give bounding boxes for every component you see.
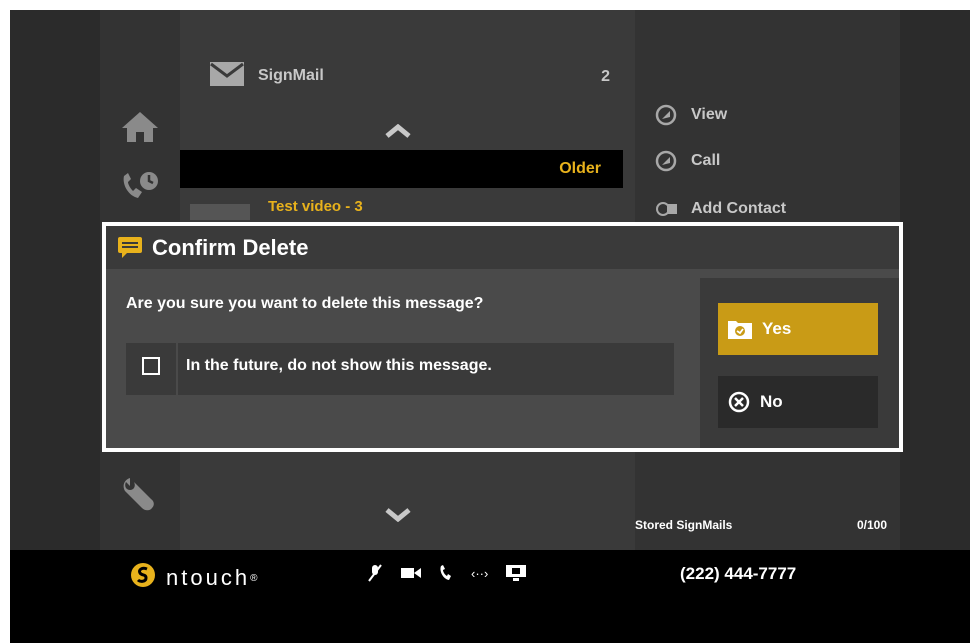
older-bar[interactable]: Older [180,150,623,188]
call-history-icon[interactable] [100,170,180,202]
arrow-circle-icon [655,104,677,126]
view-label: View [691,106,728,123]
arrow-circle-icon [655,150,677,172]
dont-show-option[interactable]: In the future, do not show this message. [126,343,674,395]
checkbox-cell[interactable] [126,343,178,395]
signmail-count: 2 [601,68,610,85]
chevron-up-icon[interactable] [385,123,411,143]
dialog-body: Are you sure you want to delete this mes… [106,278,700,448]
message-icon [118,236,142,259]
dialog-header: Confirm Delete [106,226,899,269]
wrench-icon[interactable] [100,474,180,514]
status-bar: ntouch ® ‹··› (222) 444-7777 [10,550,970,643]
add-contact-label: Add Contact [691,200,787,217]
dialog-buttons: Yes No [700,278,899,448]
stored-signmails: Stored SignMails 0/100 [635,518,887,532]
signmail-header-label: SignMail [258,67,324,84]
call-label: Call [691,152,721,169]
mic-muted-icon [367,564,383,582]
phone-number: (222) 444-7777 [680,564,797,583]
dialog-title: Confirm Delete [152,234,309,260]
brand-name: ntouch [166,565,251,590]
stored-label: Stored SignMails [635,518,733,532]
dont-show-checkbox[interactable] [142,357,160,375]
confirm-delete-dialog: Confirm Delete Are you sure you want to … [102,222,903,452]
ntouch-logo-icon [130,562,156,594]
yes-label: Yes [762,319,792,338]
folder-check-icon [728,319,752,339]
chevron-down-icon[interactable] [385,508,411,527]
dialog-question: Are you sure you want to delete this mes… [126,295,484,312]
stored-count: 0/100 [856,518,887,532]
dont-show-label: In the future, do not show this message. [186,357,492,374]
yes-button[interactable]: Yes [718,303,878,355]
view-action[interactable]: View [655,102,727,128]
mail-icon [210,61,244,91]
no-label: No [760,392,783,411]
add-contact-icon [655,198,677,220]
close-circle-icon [728,391,750,413]
no-button[interactable]: No [718,376,878,428]
message-thumbnail [190,204,250,220]
video-camera-icon [401,566,421,580]
monitor-icon [506,565,527,581]
add-contact-action[interactable]: Add Contact [655,196,786,222]
call-action[interactable]: Call [655,148,720,174]
older-label: Older [559,160,601,177]
video-protocol-icon: ‹··› [471,565,489,581]
status-icons: ‹··› [367,564,544,582]
brand: ntouch ® [130,562,257,594]
home-icon[interactable] [100,110,180,144]
ntouch-screen: SignMail 2 Older Test video - 3 View Cal… [10,10,970,643]
phone-icon [439,565,453,581]
signmail-header: SignMail 2 [210,60,610,92]
brand-mark: ® [250,572,258,584]
message-title: Test video - 3 [268,198,363,215]
